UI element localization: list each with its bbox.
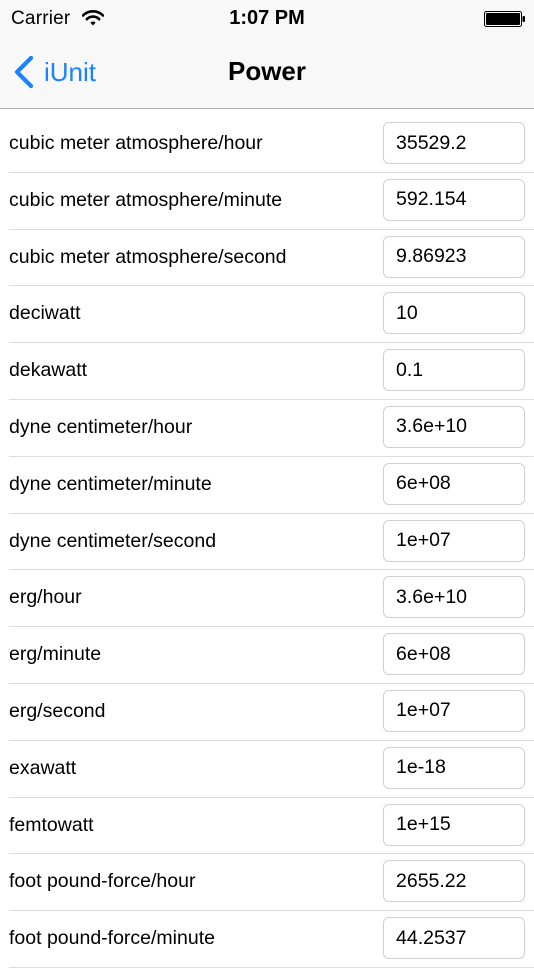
unit-label: femtowatt bbox=[9, 813, 94, 836]
list-item: foot pound-force/hour bbox=[0, 854, 534, 911]
unit-value-field[interactable] bbox=[383, 689, 525, 732]
unit-value-field[interactable] bbox=[383, 178, 525, 221]
navigation-bar: iUnit Power bbox=[0, 40, 534, 109]
unit-value-field[interactable] bbox=[383, 519, 525, 562]
unit-label: dyne centimeter/hour bbox=[9, 415, 193, 438]
list-item: dyne centimeter/hour bbox=[0, 400, 534, 457]
unit-value-field[interactable] bbox=[383, 746, 525, 789]
unit-label: erg/second bbox=[9, 699, 106, 722]
unit-value-field[interactable] bbox=[383, 292, 525, 335]
unit-value-field[interactable] bbox=[383, 462, 525, 505]
list-item: dekawatt bbox=[0, 343, 534, 400]
unit-value-field[interactable] bbox=[383, 917, 525, 960]
list-item: erg/minute bbox=[0, 627, 534, 684]
unit-value-field[interactable] bbox=[383, 122, 525, 164]
unit-value-field[interactable] bbox=[383, 576, 525, 619]
status-bar: Carrier 1:07 PM bbox=[0, 0, 534, 40]
list-item: deciwatt bbox=[0, 286, 534, 343]
list-item: erg/hour bbox=[0, 570, 534, 627]
unit-label: foot pound-force/hour bbox=[9, 870, 196, 893]
battery-icon bbox=[484, 11, 525, 27]
unit-value-field[interactable] bbox=[383, 235, 525, 278]
unit-label: dyne centimeter/second bbox=[9, 529, 217, 552]
unit-label: dyne centimeter/minute bbox=[9, 472, 212, 495]
unit-value-field[interactable] bbox=[383, 803, 525, 846]
unit-label: dekawatt bbox=[9, 359, 88, 382]
list-item: erg/second bbox=[0, 684, 534, 741]
unit-label: erg/hour bbox=[9, 586, 82, 609]
list-item: cubic meter atmosphere/hour bbox=[0, 116, 534, 173]
unit-label: cubic meter atmosphere/second bbox=[9, 245, 287, 268]
status-time: 1:07 PM bbox=[229, 7, 305, 29]
unit-value-field[interactable] bbox=[383, 405, 525, 448]
list-item: femtowatt bbox=[0, 798, 534, 855]
list-item: dyne centimeter/second bbox=[0, 514, 534, 571]
unit-label: erg/minute bbox=[9, 643, 102, 666]
unit-label: cubic meter atmosphere/minute bbox=[9, 188, 283, 211]
unit-value-field[interactable] bbox=[383, 633, 525, 676]
unit-label: exawatt bbox=[9, 756, 77, 779]
list-item: cubic meter atmosphere/second bbox=[0, 230, 534, 287]
unit-value-field[interactable] bbox=[383, 349, 525, 392]
unit-value-field[interactable] bbox=[383, 860, 525, 903]
page-title: Power bbox=[227, 56, 307, 86]
list-item: dyne centimeter/minute bbox=[0, 457, 534, 514]
unit-list: cubic meter atmosphere/hour cubic meter a… bbox=[0, 116, 534, 968]
list-item: cubic meter atmosphere/minute bbox=[0, 173, 534, 230]
unit-label: cubic meter atmosphere/hour bbox=[9, 132, 263, 154]
list-item: exawatt bbox=[0, 741, 534, 798]
list-item: foot pound-force/minute bbox=[0, 911, 534, 968]
unit-label: foot pound-force/minute bbox=[9, 927, 215, 950]
unit-label: deciwatt bbox=[9, 302, 81, 325]
